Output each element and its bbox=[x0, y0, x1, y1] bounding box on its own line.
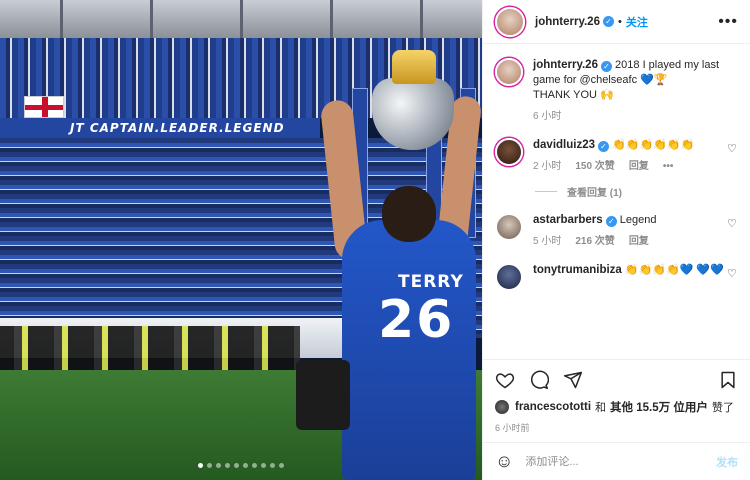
comment-input[interactable] bbox=[525, 455, 716, 468]
verified-icon: ✓ bbox=[600, 61, 612, 72]
carousel-dot[interactable] bbox=[252, 463, 257, 468]
carousel-dot[interactable] bbox=[279, 463, 284, 468]
carousel-dot[interactable] bbox=[225, 463, 230, 468]
commenter-avatar[interactable] bbox=[495, 138, 523, 166]
verified-icon: ✓ bbox=[598, 141, 609, 152]
like-comment-icon[interactable]: ♡ bbox=[727, 219, 738, 230]
add-comment-bar: ☺ 发布 bbox=[483, 442, 750, 480]
comment-meta: 2 小时 150 次赞 回复 ••• bbox=[533, 159, 738, 174]
post-sidebar: johnterry.26 ✓ • 关注 ••• johnterry.26 ✓ 20… bbox=[482, 0, 750, 480]
commenter-avatar[interactable] bbox=[495, 263, 523, 291]
comment-meta: 5 小时 216 次赞 回复 bbox=[533, 234, 738, 249]
comment-body: astarbarbers ✓ Legend 5 小时 216 次赞 回复 bbox=[533, 213, 738, 249]
comment-item: davidluiz23 ✓ 👏👏👏👏👏👏 2 小时 150 次赞 回复 ••• ♡ bbox=[495, 138, 738, 174]
player-head bbox=[382, 186, 436, 242]
likes-summary: francescototti 和 其他 15.5万 位用户 赞了 bbox=[483, 399, 750, 415]
comment-text: 👏👏👏👏💙 💙💙 bbox=[624, 264, 724, 276]
commenter-username[interactable]: davidluiz23 bbox=[533, 139, 595, 151]
follow-button[interactable]: 关注 bbox=[626, 14, 648, 30]
share-icon[interactable] bbox=[563, 370, 583, 390]
roof-beam bbox=[150, 0, 153, 38]
verified-icon: ✓ bbox=[605, 216, 617, 227]
caption-time: 6 小时 bbox=[533, 111, 562, 122]
stadium-banner: JT CAPTAIN.LEADER.LEGEND bbox=[0, 118, 320, 138]
roof-beam bbox=[240, 0, 243, 38]
carousel-dot[interactable] bbox=[261, 463, 266, 468]
shirt-name: TERRY bbox=[398, 272, 464, 292]
stadium-roof bbox=[0, 0, 482, 38]
verified-icon: ✓ bbox=[602, 16, 614, 27]
more-options-icon[interactable]: ••• bbox=[718, 13, 738, 31]
comment-icon[interactable] bbox=[529, 370, 549, 390]
carousel-dot[interactable] bbox=[243, 463, 248, 468]
england-flag bbox=[24, 96, 64, 118]
author-username[interactable]: johnterry.26 bbox=[535, 16, 600, 28]
like-comment-icon[interactable]: ♡ bbox=[727, 144, 738, 155]
separator-dot: • bbox=[617, 15, 622, 28]
post-viewer: JT CAPTAIN.LEADER.LEGEND TERRY 26 johnte… bbox=[0, 0, 750, 480]
view-replies[interactable]: 查看回复 (1) bbox=[535, 184, 738, 199]
comment-text: Legend bbox=[619, 214, 657, 226]
comment-text: 👏👏👏👏👏👏 bbox=[612, 139, 695, 151]
shirt-number: 26 bbox=[378, 290, 455, 350]
carousel-dot[interactable] bbox=[198, 463, 203, 468]
view-replies-label[interactable]: 查看回复 (1) bbox=[567, 184, 622, 199]
carousel-dot[interactable] bbox=[216, 463, 221, 468]
bookmark-icon[interactable] bbox=[718, 370, 738, 390]
comment-more-icon[interactable]: ••• bbox=[663, 159, 674, 174]
carousel-dot[interactable] bbox=[207, 463, 212, 468]
liker-username[interactable]: francescototti bbox=[515, 401, 591, 413]
comments-list[interactable]: johnterry.26 ✓ 2018 I played my last game… bbox=[483, 44, 750, 359]
post-header: johnterry.26 ✓ • 关注 ••• bbox=[483, 0, 750, 44]
comment-body: tonytrumanibiza 👏👏👏👏💙 💙💙 bbox=[533, 263, 738, 291]
author-avatar[interactable] bbox=[495, 6, 525, 37]
caption-username[interactable]: johnterry.26 bbox=[533, 59, 598, 71]
comment-likes[interactable]: 216 次赞 bbox=[575, 234, 614, 249]
roof-beam bbox=[60, 0, 63, 38]
trophy bbox=[362, 50, 464, 160]
caption: johnterry.26 ✓ 2018 I played my last game… bbox=[495, 58, 738, 124]
caption-meta: 6 小时 bbox=[533, 109, 738, 124]
post-button[interactable]: 发布 bbox=[716, 454, 738, 470]
replies-line bbox=[535, 191, 557, 192]
roof-beam bbox=[330, 0, 333, 38]
author-avatar[interactable] bbox=[495, 58, 523, 86]
carousel-dot[interactable] bbox=[270, 463, 275, 468]
commenter-avatar[interactable] bbox=[495, 213, 523, 241]
action-bar bbox=[483, 359, 750, 399]
comment-item: tonytrumanibiza 👏👏👏👏💙 💙💙 ♡ bbox=[495, 263, 738, 291]
caption-text-2: THANK YOU 🙌 bbox=[533, 89, 614, 101]
likes-others[interactable]: 其他 15.5万 位用户 bbox=[610, 399, 708, 415]
emoji-icon[interactable]: ☺ bbox=[495, 451, 513, 472]
banner-text: JT CAPTAIN.LEADER.LEGEND bbox=[70, 121, 285, 135]
comment-likes[interactable]: 150 次赞 bbox=[575, 159, 614, 174]
comment-item: astarbarbers ✓ Legend 5 小时 216 次赞 回复 ♡ bbox=[495, 213, 738, 249]
carousel-dot[interactable] bbox=[234, 463, 239, 468]
comment-body: davidluiz23 ✓ 👏👏👏👏👏👏 2 小时 150 次赞 回复 ••• bbox=[533, 138, 738, 174]
caption-body: johnterry.26 ✓ 2018 I played my last game… bbox=[533, 58, 738, 124]
pitchside-people bbox=[0, 326, 300, 376]
heart-icon[interactable] bbox=[495, 370, 515, 390]
trophy-bowl bbox=[372, 78, 454, 150]
commenter-username[interactable]: tonytrumanibiza bbox=[533, 264, 622, 276]
likes-and: 和 bbox=[595, 402, 607, 414]
commenter-username[interactable]: astarbarbers bbox=[533, 214, 603, 226]
carousel-dots[interactable] bbox=[0, 463, 482, 468]
roof-beam bbox=[420, 0, 423, 38]
reply-button[interactable]: 回复 bbox=[629, 234, 649, 249]
like-comment-icon[interactable]: ♡ bbox=[727, 269, 738, 280]
post-photo[interactable]: JT CAPTAIN.LEADER.LEGEND TERRY 26 bbox=[0, 0, 482, 480]
tv-camera bbox=[296, 360, 350, 430]
likes-liked: 赞了 bbox=[711, 402, 734, 414]
liker-avatar[interactable] bbox=[495, 400, 509, 414]
player-shirt bbox=[342, 220, 476, 480]
comment-time: 2 小时 bbox=[533, 161, 562, 172]
comment-time: 5 小时 bbox=[533, 236, 562, 247]
trophy-crown bbox=[392, 50, 436, 84]
post-time: 6 小时前 bbox=[495, 423, 530, 433]
reply-button[interactable]: 回复 bbox=[629, 159, 649, 174]
